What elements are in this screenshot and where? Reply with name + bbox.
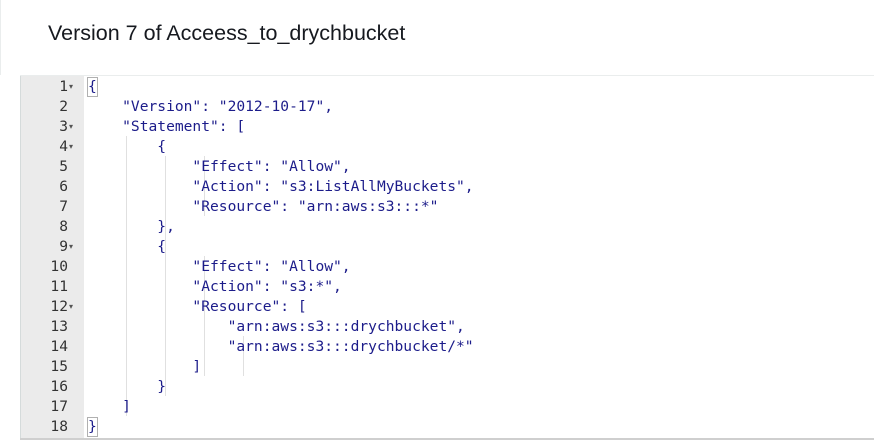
code-line[interactable]: 5 "Effect": "Allow", bbox=[21, 157, 874, 177]
code-text: }, bbox=[87, 218, 175, 235]
code-text: "Statement": [ bbox=[87, 118, 246, 135]
line-number: 9 bbox=[59, 238, 68, 255]
fold-toggle-icon[interactable]: ▾ bbox=[69, 297, 79, 317]
page-title: Version 7 of Acceess_to_drychbucket bbox=[48, 21, 406, 45]
line-number: 4 bbox=[59, 138, 68, 155]
code-line[interactable]: 12 ▾ "Resource": [ bbox=[21, 297, 874, 317]
fold-toggle-icon[interactable]: ▾ bbox=[69, 237, 79, 257]
code-line[interactable]: 7 "Resource": "arn:aws:s3:::*" bbox=[21, 197, 874, 217]
code-text: ] bbox=[87, 398, 131, 415]
code-line[interactable]: 14 "arn:aws:s3:::drychbucket/*" bbox=[21, 337, 874, 357]
line-number: 16 bbox=[50, 378, 68, 395]
code-line[interactable]: 10 "Effect": "Allow", bbox=[21, 257, 874, 277]
fold-toggle-icon[interactable]: ▾ bbox=[69, 77, 79, 97]
code-line[interactable]: 16 } bbox=[21, 377, 874, 397]
code-text: { bbox=[87, 77, 98, 97]
code-text: ] bbox=[87, 358, 202, 375]
fold-toggle-icon[interactable]: ▾ bbox=[69, 117, 79, 137]
line-number: 12 bbox=[50, 298, 68, 315]
code-line[interactable]: 4 ▾ { bbox=[21, 137, 874, 157]
code-text: "Action": "s3:ListAllMyBuckets", bbox=[87, 178, 474, 195]
code-line[interactable]: 9 ▾ { bbox=[21, 237, 874, 257]
code-line[interactable]: 15 ] bbox=[21, 357, 874, 377]
code-line[interactable]: 3 ▾ "Statement": [ bbox=[21, 117, 874, 137]
code-line[interactable]: 18} bbox=[21, 417, 874, 437]
line-number: 11 bbox=[50, 278, 68, 295]
line-number: 7 bbox=[59, 198, 68, 215]
code-line[interactable]: 1 ▾ { bbox=[21, 77, 874, 97]
policy-code-editor[interactable]: 1 ▾{2 "Version": "2012-10-17", 3 ▾ "Stateme… bbox=[20, 76, 874, 438]
code-text: } bbox=[87, 417, 98, 437]
line-number: 3 bbox=[59, 118, 68, 135]
code-line[interactable]: 8 }, bbox=[21, 217, 874, 237]
line-number: 13 bbox=[50, 318, 68, 335]
code-line[interactable]: 11 "Action": "s3:*", bbox=[21, 277, 874, 297]
line-number: 17 bbox=[50, 398, 68, 415]
code-text: "arn:aws:s3:::drychbucket/*" bbox=[87, 338, 474, 355]
line-number: 15 bbox=[50, 358, 68, 375]
code-text: { bbox=[87, 238, 167, 255]
code-text: "Effect": "Allow", bbox=[87, 158, 351, 175]
line-number: 2 bbox=[59, 98, 68, 115]
line-number: 18 bbox=[50, 418, 68, 435]
line-number: 10 bbox=[50, 258, 68, 275]
code-text: "Resource": [ bbox=[87, 298, 307, 315]
code-text: "arn:aws:s3:::drychbucket", bbox=[87, 318, 465, 335]
code-line[interactable]: 17 ] bbox=[21, 397, 874, 417]
line-number: 14 bbox=[50, 338, 68, 355]
line-number: 5 bbox=[59, 158, 68, 175]
code-line[interactable]: 2 "Version": "2012-10-17", bbox=[21, 97, 874, 117]
code-line[interactable]: 13 "arn:aws:s3:::drychbucket", bbox=[21, 317, 874, 337]
code-text: "Resource": "arn:aws:s3:::*" bbox=[87, 198, 439, 215]
code-text: } bbox=[87, 378, 167, 395]
line-number: 1 bbox=[59, 78, 68, 95]
editor-bottom-border bbox=[20, 438, 874, 440]
page-header: Version 7 of Acceess_to_drychbucket bbox=[0, 0, 874, 75]
line-number: 6 bbox=[59, 178, 68, 195]
line-number: 8 bbox=[59, 218, 68, 235]
code-line[interactable]: 6 "Action": "s3:ListAllMyBuckets", bbox=[21, 177, 874, 197]
code-text: "Version": "2012-10-17", bbox=[87, 98, 334, 115]
code-text: { bbox=[87, 138, 167, 155]
code-text: "Action": "s3:*", bbox=[87, 278, 342, 295]
code-text: "Effect": "Allow", bbox=[87, 258, 351, 275]
fold-toggle-icon[interactable]: ▾ bbox=[69, 137, 79, 157]
